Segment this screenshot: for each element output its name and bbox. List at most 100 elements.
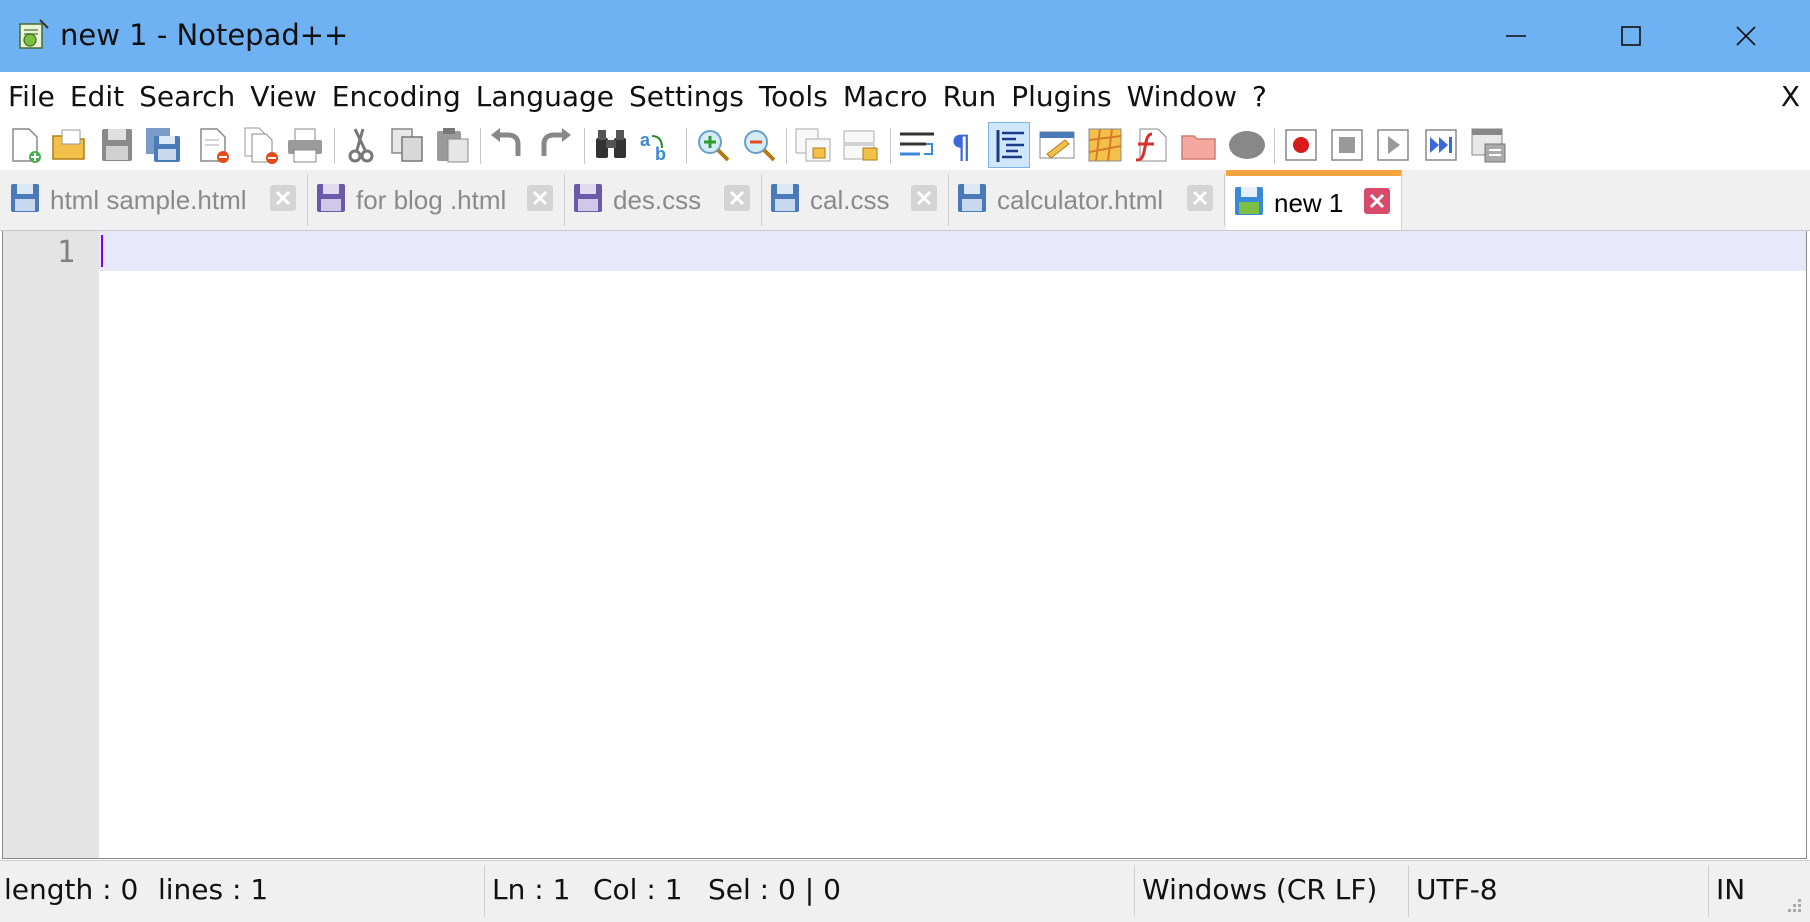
tab-close-icon[interactable] [910, 184, 938, 217]
function-list-button[interactable] [1130, 122, 1172, 168]
menu-plugins[interactable]: Plugins [1011, 80, 1111, 113]
sync-horizontal-scroll-button[interactable] [840, 122, 882, 168]
paste-button[interactable] [432, 122, 474, 168]
status-eol-format[interactable]: Windows (CR LF) [1142, 873, 1377, 906]
tab-close-icon[interactable] [1363, 187, 1391, 220]
sync-horizontal-icon [843, 130, 878, 161]
tab-for-blog[interactable]: for blog .html [308, 174, 565, 226]
saved-file-icon [10, 183, 40, 218]
folder-as-workspace-button[interactable] [1178, 122, 1220, 168]
tab-close-icon[interactable] [269, 184, 297, 217]
status-line-number: Ln : 1 [492, 873, 571, 906]
menu-macro[interactable]: Macro [843, 80, 928, 113]
stop-recording-button[interactable] [1326, 122, 1368, 168]
copy-icon [391, 128, 423, 162]
print-button[interactable] [284, 122, 326, 168]
tab-des-css[interactable]: des.css [565, 174, 762, 226]
save-macro-button[interactable] [1468, 122, 1510, 168]
replace-button[interactable]: ab [636, 122, 678, 168]
menu-encoding[interactable]: Encoding [332, 80, 461, 113]
find-button[interactable] [590, 122, 632, 168]
menu-tools[interactable]: Tools [759, 80, 828, 113]
record-macro-icon [1285, 129, 1317, 161]
tab-label: html sample.html [50, 184, 247, 215]
save-button[interactable] [96, 122, 138, 168]
stop-recording-icon [1331, 129, 1363, 161]
close-file-button[interactable] [192, 122, 234, 168]
saved-file-icon [316, 183, 346, 218]
line-number: 1 [56, 235, 75, 270]
playback-macro-button[interactable] [1372, 122, 1414, 168]
status-length: length : 0 [4, 873, 139, 906]
toolbar-separator [786, 128, 787, 164]
zoom-out-button[interactable] [738, 122, 780, 168]
undo-button[interactable] [486, 122, 528, 168]
resize-grip-icon[interactable] [1784, 897, 1804, 922]
menu-window[interactable]: Window [1127, 80, 1237, 113]
show-all-characters-button[interactable]: ¶ [942, 122, 984, 168]
run-macro-multiple-button[interactable] [1420, 122, 1462, 168]
menu-edit[interactable]: Edit [70, 80, 124, 113]
find-icon [596, 130, 626, 158]
current-line-highlight[interactable] [99, 231, 1806, 271]
tab-label: calculator.html [997, 184, 1164, 215]
cut-button[interactable] [340, 122, 382, 168]
new-file-button[interactable] [4, 122, 46, 168]
redo-icon [541, 128, 571, 156]
indent-guide-button[interactable] [988, 122, 1030, 168]
print-icon [288, 128, 322, 163]
tab-cal-css[interactable]: cal.css [762, 174, 949, 226]
user-defined-language-button[interactable] [1036, 122, 1078, 168]
open-file-button[interactable] [48, 122, 90, 168]
tab-html-sample[interactable]: html sample.html [2, 174, 308, 226]
tab-close-icon[interactable] [526, 184, 554, 217]
playback-macro-icon [1377, 129, 1409, 161]
editor-area[interactable]: 1 [2, 231, 1807, 859]
undo-icon [491, 128, 521, 156]
tab-label: new 1 [1274, 187, 1344, 218]
close-all-button[interactable] [240, 122, 282, 168]
document-map-button[interactable] [1084, 122, 1126, 168]
status-insert-mode[interactable]: IN [1716, 873, 1745, 906]
toolbar-separator [584, 128, 585, 164]
tab-close-icon[interactable] [1186, 184, 1214, 217]
status-separator [1408, 865, 1409, 917]
paste-icon [437, 128, 469, 163]
menu-help[interactable]: ? [1252, 80, 1267, 113]
menu-bar: File Edit Search View Encoding Language … [0, 72, 1810, 123]
menu-language[interactable]: Language [476, 80, 614, 113]
zoom-in-button[interactable] [692, 122, 734, 168]
tab-new-1[interactable]: new 1 [1226, 170, 1402, 230]
maximize-button[interactable] [1575, 0, 1687, 72]
close-window-button[interactable] [1690, 0, 1802, 72]
status-encoding[interactable]: UTF-8 [1416, 873, 1498, 906]
document-map-icon [1088, 128, 1122, 162]
menu-settings[interactable]: Settings [629, 80, 744, 113]
menu-file[interactable]: File [8, 80, 55, 113]
menu-view[interactable]: View [250, 80, 316, 113]
sync-vertical-scroll-button[interactable] [792, 122, 834, 168]
replace-icon: ab [640, 130, 666, 164]
monitoring-button[interactable] [1226, 122, 1268, 168]
menu-run[interactable]: Run [943, 80, 997, 113]
word-wrap-button[interactable] [896, 122, 938, 168]
record-macro-button[interactable] [1280, 122, 1322, 168]
notepad-plus-plus-app-icon[interactable] [16, 18, 50, 52]
tab-close-icon[interactable] [723, 184, 751, 217]
copy-button[interactable] [386, 122, 428, 168]
redo-button[interactable] [534, 122, 576, 168]
sync-vertical-icon [795, 128, 831, 162]
menu-search[interactable]: Search [139, 80, 235, 113]
status-separator [1134, 865, 1135, 917]
show-all-characters-icon: ¶ [951, 128, 971, 164]
open-file-icon [52, 129, 85, 160]
svg-text:a: a [640, 130, 651, 150]
minimize-button[interactable] [1460, 0, 1572, 72]
cut-icon [348, 128, 374, 163]
svg-text:b: b [655, 144, 666, 164]
close-document-button[interactable]: X [1781, 80, 1800, 113]
tab-calculator[interactable]: calculator.html [949, 174, 1225, 226]
save-all-button[interactable] [142, 122, 184, 168]
close-file-icon [200, 128, 229, 163]
status-separator [484, 865, 485, 917]
